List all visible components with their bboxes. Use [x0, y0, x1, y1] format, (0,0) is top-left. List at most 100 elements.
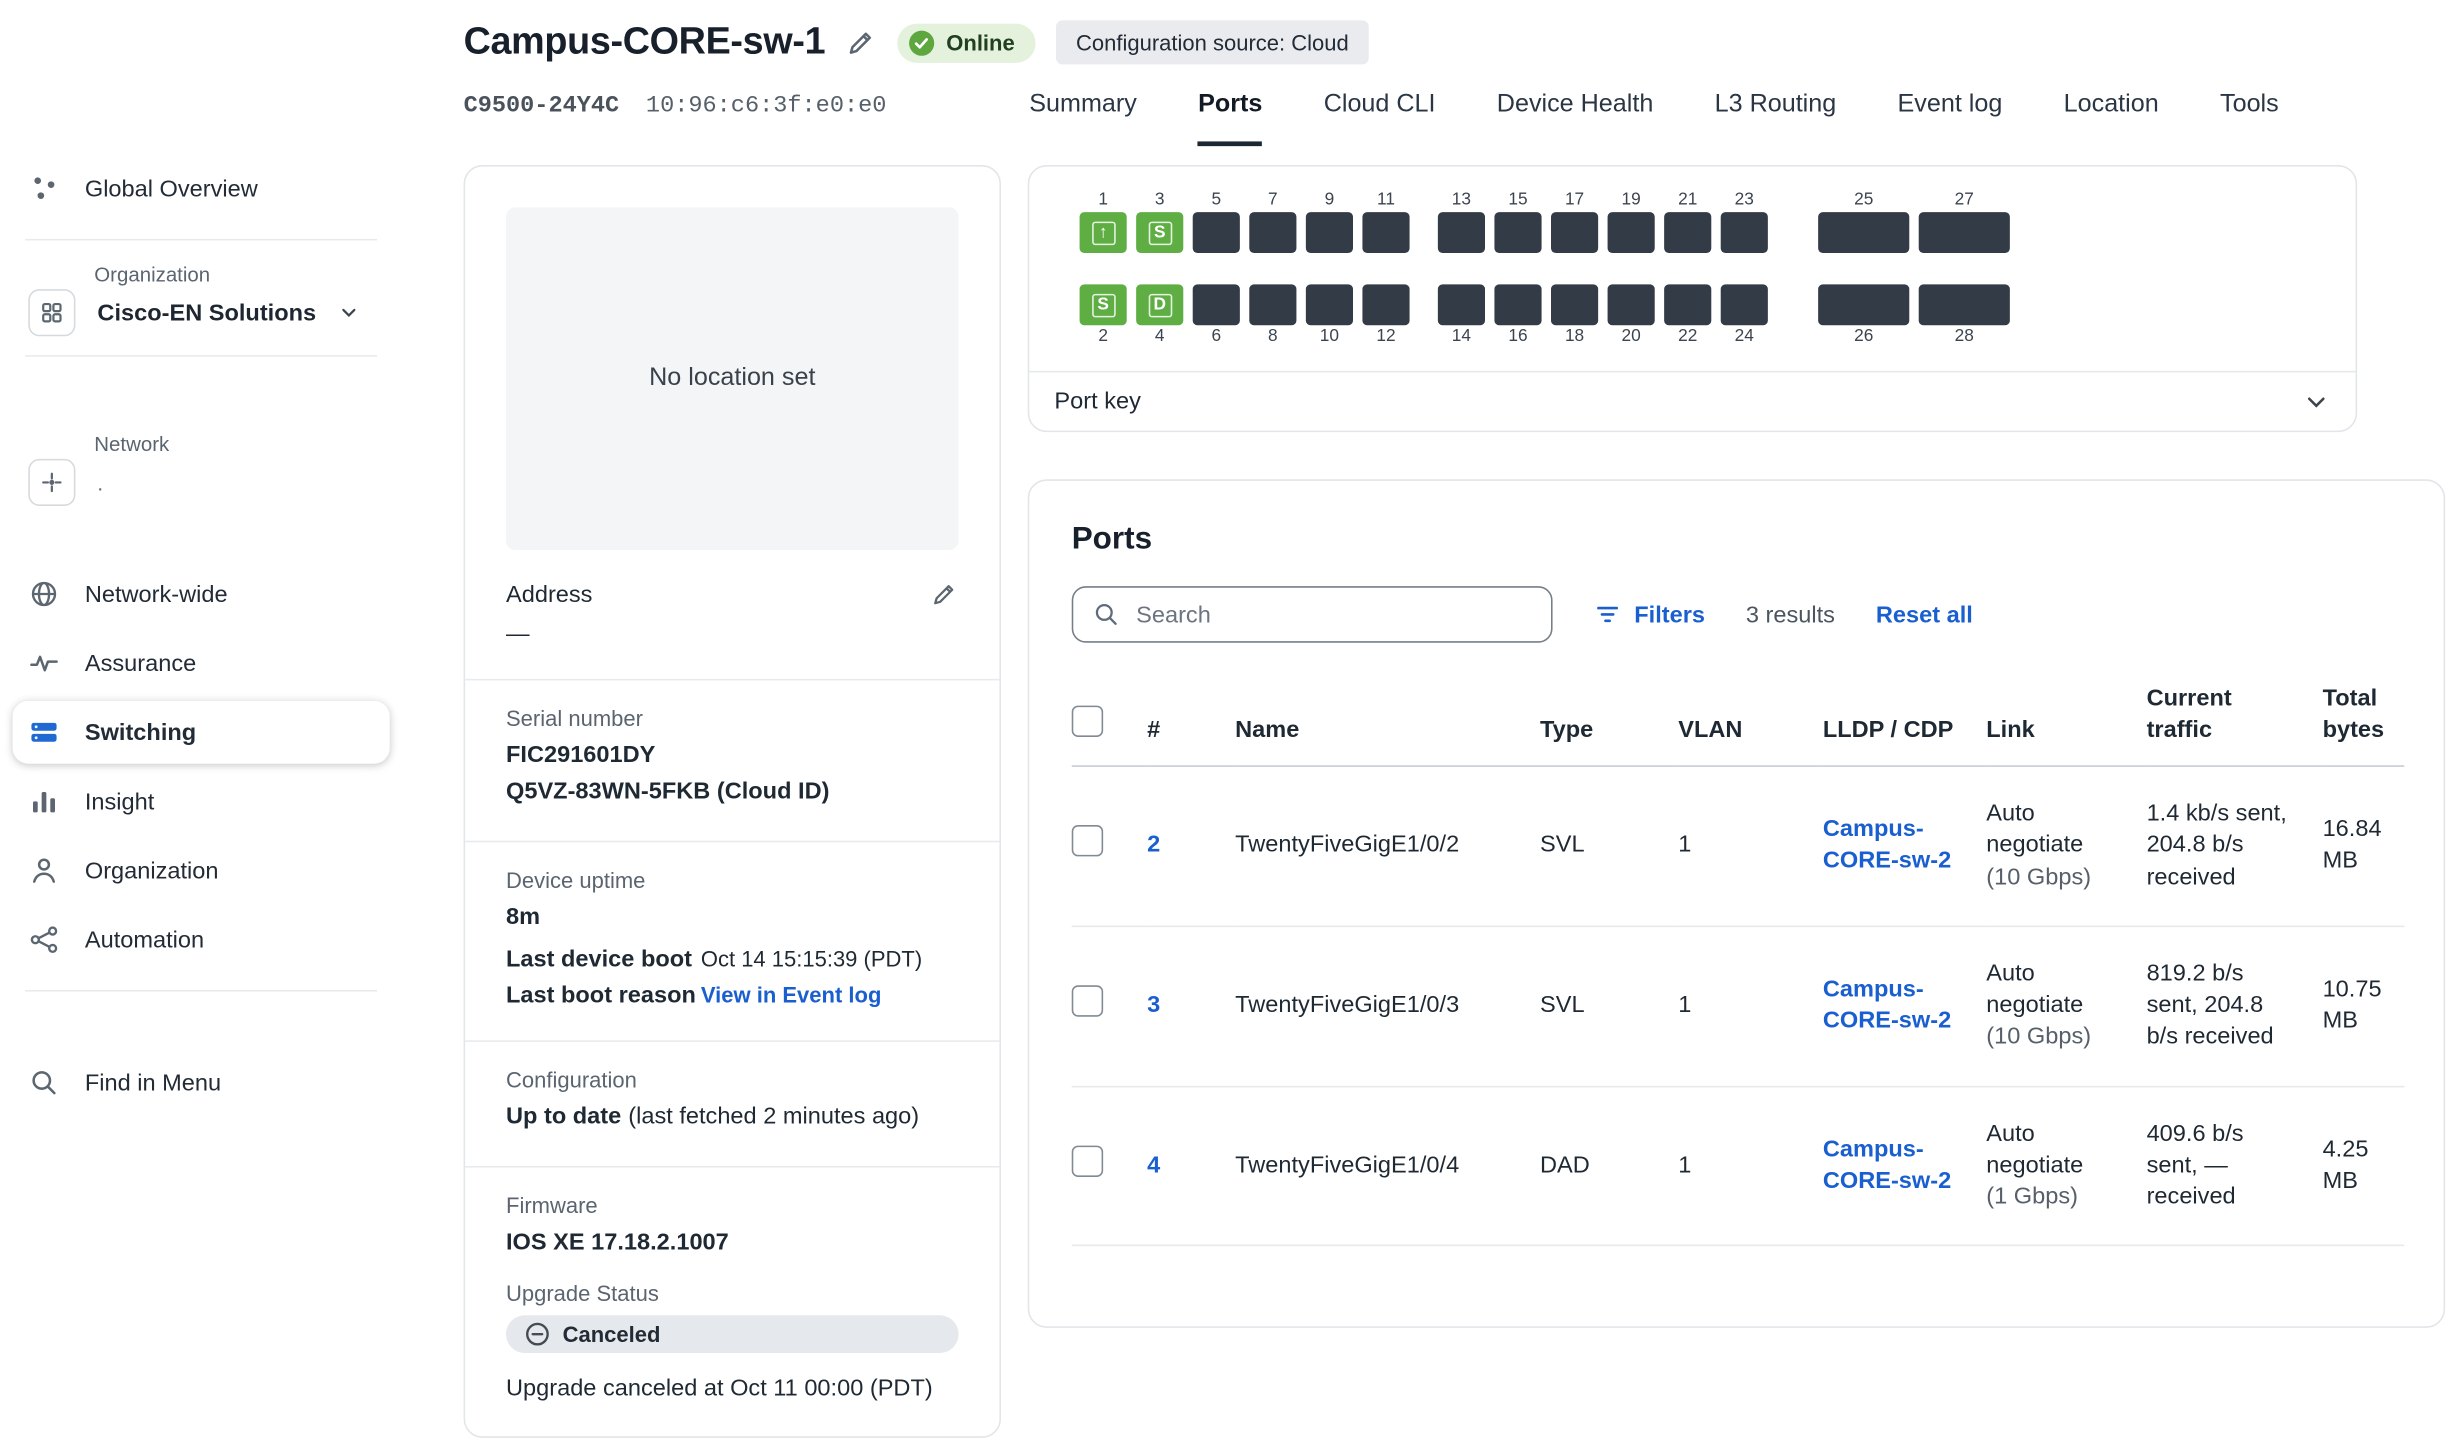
sidebar-item-global-overview[interactable]: Global Overview	[13, 157, 390, 220]
port-type: SVL	[1540, 766, 1678, 926]
sidebar-item-find-in-menu[interactable]: Find in Menu	[13, 1051, 390, 1114]
port-slot-20: 20	[1608, 284, 1655, 348]
port-slot-19: 19	[1608, 189, 1655, 253]
row-checkbox[interactable]	[1072, 825, 1103, 856]
sidebar-item-network-wide[interactable]: Network-wide	[13, 563, 390, 626]
tab-event-log[interactable]: Event log	[1898, 91, 2003, 146]
port-vlan: 1	[1678, 926, 1823, 1086]
port-28[interactable]	[1919, 284, 2010, 325]
lldp-neighbor-link[interactable]: Campus-CORE-sw-2	[1823, 976, 1951, 1035]
port-6[interactable]	[1193, 284, 1240, 325]
select-all-checkbox[interactable]	[1072, 705, 1103, 736]
upgrade-status-badge: Canceled	[506, 1315, 959, 1353]
app-window: Global Overview Organization Cisco-EN So…	[0, 0, 2464, 1320]
port-18[interactable]	[1551, 284, 1598, 325]
device-header: Campus-CORE-sw-1 Online Configuration so…	[464, 0, 2464, 146]
sidebar-item-assurance[interactable]: Assurance	[13, 632, 390, 695]
sidebar-item-switching[interactable]: Switching	[13, 701, 390, 764]
port-19[interactable]	[1608, 212, 1655, 253]
port-22[interactable]	[1664, 284, 1711, 325]
link-mode: Auto negotiate	[1986, 958, 2124, 1022]
port-27[interactable]	[1919, 212, 2010, 253]
edit-title-pencil-icon[interactable]	[846, 27, 877, 58]
port-24[interactable]	[1721, 284, 1768, 325]
status-badge: Online	[898, 23, 1036, 62]
ports-table: # Name Type VLAN LLDP / CDP Link Current…	[1072, 668, 2405, 1247]
port-15[interactable]	[1494, 212, 1541, 253]
port-key-toggle[interactable]: Port key	[1029, 371, 2355, 431]
port-10[interactable]	[1306, 284, 1353, 325]
port-key-label: Port key	[1054, 388, 1140, 415]
port-slot-27: 27	[1919, 189, 2010, 253]
row-checkbox[interactable]	[1072, 1145, 1103, 1176]
right-column: 1↑3S579111315171921232527 S2D46810121416…	[1028, 165, 2445, 1328]
tab-tools[interactable]: Tools	[2220, 91, 2279, 146]
port-9[interactable]	[1306, 212, 1353, 253]
tab-l3-routing[interactable]: L3 Routing	[1715, 91, 1837, 146]
table-row: 4 TwentyFiveGigE1/0/4 DAD 1 Campus-CORE-…	[1072, 1086, 2405, 1246]
port-8[interactable]	[1249, 284, 1296, 325]
port-number-link[interactable]: 4	[1147, 1151, 1160, 1178]
port-number-label: 28	[1955, 325, 1974, 349]
port-number-link[interactable]: 2	[1147, 832, 1160, 859]
tab-summary[interactable]: Summary	[1029, 91, 1137, 146]
port-13[interactable]	[1438, 212, 1485, 253]
view-in-event-log-link[interactable]: View in Event log	[701, 981, 882, 1006]
port-12[interactable]	[1362, 284, 1409, 325]
sidebar-item-automation[interactable]: Automation	[13, 908, 390, 971]
sidebar-item-organization[interactable]: Organization	[13, 839, 390, 902]
last-boot-label: Last device boot	[506, 945, 701, 972]
tab-device-health[interactable]: Device Health	[1497, 91, 1654, 146]
sidebar-item-insight[interactable]: Insight	[13, 770, 390, 833]
port-16[interactable]	[1494, 284, 1541, 325]
page-title: Campus-CORE-sw-1	[464, 20, 826, 64]
port-17[interactable]	[1551, 212, 1598, 253]
configuration-label: Configuration	[506, 1066, 959, 1091]
current-traffic: 1.4 kb/s sent, 204.8 b/s received	[2147, 766, 2323, 926]
check-circle-icon	[909, 29, 936, 56]
port-3[interactable]: S	[1136, 212, 1183, 253]
edit-address-pencil-icon[interactable]	[930, 580, 958, 608]
port-number-link[interactable]: 3	[1147, 992, 1160, 1019]
reset-all-link[interactable]: Reset all	[1876, 601, 1973, 628]
port-23[interactable]	[1721, 212, 1768, 253]
chevron-down-icon[interactable]	[338, 302, 360, 324]
port-21[interactable]	[1664, 212, 1711, 253]
row-checkbox[interactable]	[1072, 985, 1103, 1016]
port-number-label: 1	[1098, 189, 1108, 213]
link-speed: (10 Gbps)	[1986, 862, 2124, 894]
network-name: .	[97, 471, 103, 495]
port-slot-23: 23	[1721, 189, 1768, 253]
port-number-label: 27	[1955, 189, 1974, 213]
col-link: Link	[1986, 668, 2146, 766]
network-wide-icon	[28, 578, 59, 609]
search-input[interactable]	[1133, 600, 1532, 630]
port-slot-13: 13	[1438, 189, 1485, 253]
device-tabs: Summary Ports Cloud CLI Device Health L3…	[1029, 91, 2278, 146]
network-selector[interactable]: Network .	[28, 432, 374, 506]
port-11[interactable]	[1362, 212, 1409, 253]
tab-cloud-cli[interactable]: Cloud CLI	[1324, 91, 1436, 146]
chevron-down-icon[interactable]	[2302, 387, 2330, 415]
port-20[interactable]	[1608, 284, 1655, 325]
divider	[25, 990, 377, 992]
lldp-neighbor-link[interactable]: Campus-CORE-sw-2	[1823, 816, 1951, 875]
port-5[interactable]	[1193, 212, 1240, 253]
port-2[interactable]: S	[1080, 284, 1127, 325]
assurance-icon	[28, 647, 59, 678]
serial-value: FIC291601DY	[506, 739, 959, 774]
tab-ports[interactable]: Ports	[1198, 91, 1262, 146]
port-4[interactable]: D	[1136, 284, 1183, 325]
port-14[interactable]	[1438, 284, 1485, 325]
port-1[interactable]: ↑	[1080, 212, 1127, 253]
organization-selector[interactable]: Organization Cisco-EN Solutions	[28, 262, 374, 336]
sidebar-item-label: Organization	[85, 857, 219, 884]
search-box[interactable]	[1072, 586, 1553, 643]
port-7[interactable]	[1249, 212, 1296, 253]
col-type: Type	[1540, 668, 1678, 766]
tab-location[interactable]: Location	[2064, 91, 2159, 146]
port-25[interactable]	[1818, 212, 1909, 253]
port-26[interactable]	[1818, 284, 1909, 325]
filters-button[interactable]: Filters	[1593, 600, 1705, 628]
lldp-neighbor-link[interactable]: Campus-CORE-sw-2	[1823, 1136, 1951, 1195]
